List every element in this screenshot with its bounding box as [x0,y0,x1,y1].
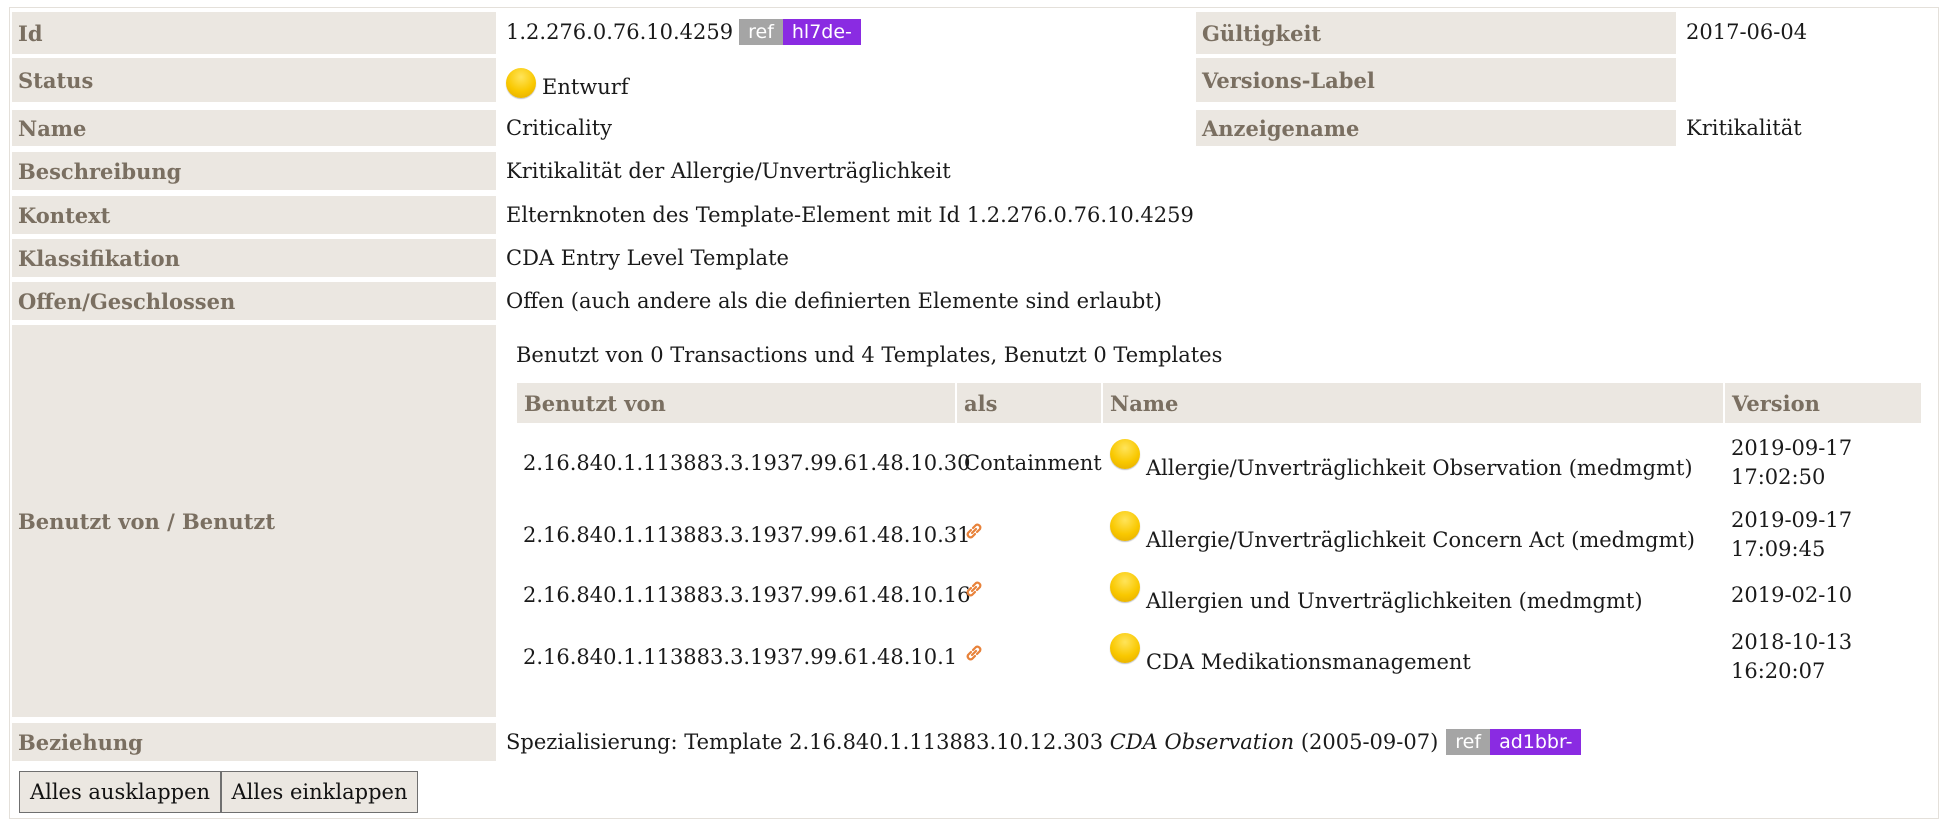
beziehung-prefix: Spezialisierung: Template 2.16.840.1.113… [506,730,1104,754]
usage-row-3-name: Allergien und Unverträglichkeiten (medmg… [1146,589,1643,613]
usage-row-4-name-group[interactable]: CDA Medikationsmanagement [1110,626,1471,684]
usage-row-3-as[interactable] [962,564,986,614]
usage-row-2-version-date: 2019-09-17 [1731,508,1853,532]
expand-all-button[interactable]: Alles ausklappen [19,771,221,813]
usage-row-2-name: Allergie/Unverträglichkeit Concern Act (… [1146,528,1696,552]
beziehung-value-group: Spezialisierung: Template 2.16.840.1.113… [506,723,1582,761]
usage-row-2-version-time: 17:09:45 [1731,537,1826,561]
id-label: Id [12,12,496,54]
link-icon[interactable] [962,519,986,543]
kontext-value: Elternknoten des Template-Element mit Id… [506,203,1194,227]
gueltigkeit-value: 2017-06-04 [1686,20,1808,44]
usage-row-4-version: 2018-10-13 16:20:07 [1731,628,1852,686]
status-draft-icon [1110,633,1140,663]
klassifikation-value: CDA Entry Level Template [506,246,789,270]
beschreibung-label: Beschreibung [12,152,496,190]
project-prefix-badge[interactable]: hl7de- [782,19,861,45]
beziehung-template-name[interactable]: CDA Observation [1110,730,1294,754]
status-draft-icon [1110,572,1140,602]
beziehung-label: Beziehung [12,723,496,761]
usage-summary: Benutzt von 0 Transactions und 4 Templat… [516,343,1223,367]
name-value: Criticality [506,116,612,140]
usage-row-1-version: 2019-09-17 17:02:50 [1731,434,1852,492]
collapse-all-button[interactable]: Alles einklappen [221,771,418,813]
benutzt-label: Benutzt von / Benutzt [12,325,496,717]
col-header-used-by: Benutzt von [517,383,955,423]
usage-row-2-version: 2019-09-17 17:09:45 [1731,506,1852,564]
usage-row-4-as[interactable] [962,624,986,682]
col-header-version: Version [1725,383,1921,423]
status-value: Entwurf [542,75,629,99]
beschreibung-value: Kritikalität der Allergie/Unverträglichk… [506,159,951,183]
link-icon[interactable] [962,641,986,665]
usage-row-3-version-date: 2019-02-10 [1731,583,1853,607]
id-value-group: 1.2.276.0.76.10.4259 ref hl7de- [506,12,861,52]
id-value: 1.2.276.0.76.10.4259 [506,20,734,44]
status-draft-icon [1110,511,1140,541]
ref-badge[interactable]: ref [1446,729,1491,755]
status-label: Status [12,58,496,102]
gueltigkeit-label: Gültigkeit [1196,12,1676,54]
anzeigename-label: Anzeigename [1196,110,1676,146]
usage-row-3-name-group[interactable]: Allergien und Unverträglichkeiten (medmg… [1110,568,1643,620]
offen-label: Offen/Geschlossen [12,282,496,320]
usage-row-1-name: Allergie/Unverträglichkeit Observation (… [1146,456,1693,480]
usage-row-4-name: CDA Medikationsmanagement [1146,650,1471,674]
usage-row-2-as[interactable] [962,502,986,560]
usage-row-1-oid[interactable]: 2.16.840.1.113883.3.1937.99.61.48.10.30 [523,434,971,492]
link-icon[interactable] [962,577,986,601]
name-label: Name [12,110,496,146]
kontext-label: Kontext [12,196,496,234]
usage-row-4-version-time: 16:20:07 [1731,659,1826,683]
ref-badge[interactable]: ref [739,19,783,45]
status-draft-icon [1110,439,1140,469]
anzeigename-value: Kritikalität [1686,116,1802,140]
usage-row-4-version-date: 2018-10-13 [1731,630,1853,654]
usage-row-4-oid[interactable]: 2.16.840.1.113883.3.1937.99.61.48.10.1 [523,628,957,686]
col-header-name: Name [1103,383,1723,423]
project-prefix-badge[interactable]: ad1bbr- [1490,729,1582,755]
status-value-group: Entwurf [506,58,629,108]
offen-value: Offen (auch andere als die definierten E… [506,289,1162,313]
usage-row-1-as: Containment [964,451,1102,475]
klassifikation-label: Klassifikation [12,239,496,277]
col-header-as: als [957,383,1101,423]
status-draft-icon [506,68,536,98]
versions-label-label: Versions-Label [1196,58,1676,102]
beziehung-date: (2005-09-07) [1300,730,1439,754]
usage-row-2-name-group[interactable]: Allergie/Unverträglichkeit Concern Act (… [1110,504,1695,562]
usage-row-1-name-group[interactable]: Allergie/Unverträglichkeit Observation (… [1110,432,1693,490]
usage-row-1-version-time: 17:02:50 [1731,465,1826,489]
usage-row-3-oid[interactable]: 2.16.840.1.113883.3.1937.99.61.48.10.16 [523,570,971,620]
usage-row-2-oid[interactable]: 2.16.840.1.113883.3.1937.99.61.48.10.31 [523,506,971,564]
usage-row-1-version-date: 2019-09-17 [1731,436,1853,460]
